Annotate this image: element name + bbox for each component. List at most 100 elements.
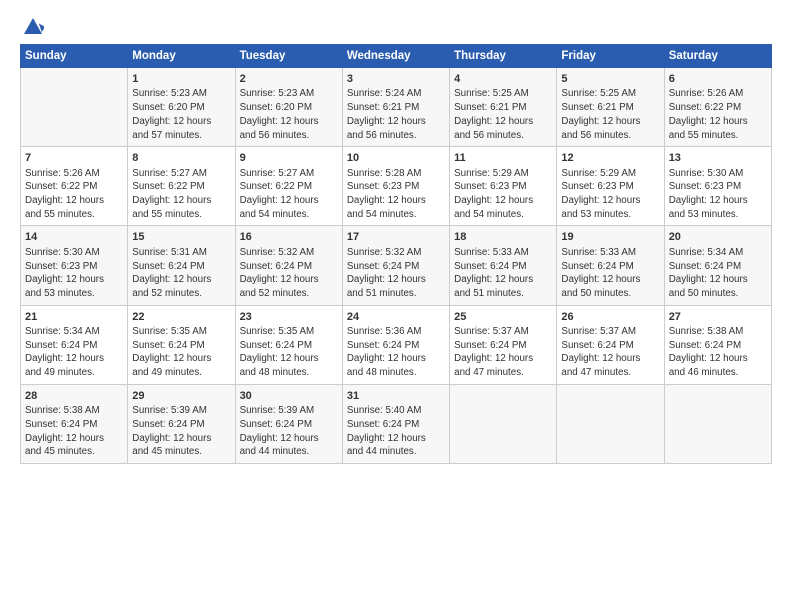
day-info: Sunrise: 5:26 AMSunset: 6:22 PMDaylight:…	[669, 87, 767, 142]
day-info: Sunrise: 5:27 AMSunset: 6:22 PMDaylight:…	[240, 167, 338, 222]
calendar-cell: 12Sunrise: 5:29 AMSunset: 6:23 PMDayligh…	[557, 147, 664, 226]
day-number: 11	[454, 151, 552, 166]
day-info: Sunrise: 5:35 AMSunset: 6:24 PMDaylight:…	[132, 325, 230, 380]
day-number: 8	[132, 151, 230, 166]
day-number: 30	[240, 389, 338, 404]
calendar-cell: 27Sunrise: 5:38 AMSunset: 6:24 PMDayligh…	[664, 305, 771, 384]
day-info: Sunrise: 5:40 AMSunset: 6:24 PMDaylight:…	[347, 404, 445, 459]
calendar-cell: 13Sunrise: 5:30 AMSunset: 6:23 PMDayligh…	[664, 147, 771, 226]
calendar-cell: 6Sunrise: 5:26 AMSunset: 6:22 PMDaylight…	[664, 68, 771, 147]
calendar-cell: 11Sunrise: 5:29 AMSunset: 6:23 PMDayligh…	[450, 147, 557, 226]
calendar-cell	[664, 384, 771, 463]
day-info: Sunrise: 5:37 AMSunset: 6:24 PMDaylight:…	[561, 325, 659, 380]
weekday-header-wednesday: Wednesday	[342, 45, 449, 68]
day-number: 29	[132, 389, 230, 404]
day-number: 6	[669, 72, 767, 87]
week-row-4: 28Sunrise: 5:38 AMSunset: 6:24 PMDayligh…	[21, 384, 772, 463]
day-info: Sunrise: 5:25 AMSunset: 6:21 PMDaylight:…	[561, 87, 659, 142]
calendar-cell: 16Sunrise: 5:32 AMSunset: 6:24 PMDayligh…	[235, 226, 342, 305]
day-info: Sunrise: 5:31 AMSunset: 6:24 PMDaylight:…	[132, 246, 230, 301]
page: SundayMondayTuesdayWednesdayThursdayFrid…	[0, 0, 792, 474]
calendar-cell: 21Sunrise: 5:34 AMSunset: 6:24 PMDayligh…	[21, 305, 128, 384]
calendar-cell: 22Sunrise: 5:35 AMSunset: 6:24 PMDayligh…	[128, 305, 235, 384]
weekday-header-thursday: Thursday	[450, 45, 557, 68]
calendar-cell: 23Sunrise: 5:35 AMSunset: 6:24 PMDayligh…	[235, 305, 342, 384]
week-row-2: 14Sunrise: 5:30 AMSunset: 6:23 PMDayligh…	[21, 226, 772, 305]
calendar-cell	[21, 68, 128, 147]
day-number: 13	[669, 151, 767, 166]
day-number: 3	[347, 72, 445, 87]
logo	[20, 16, 44, 38]
day-number: 18	[454, 230, 552, 245]
day-info: Sunrise: 5:39 AMSunset: 6:24 PMDaylight:…	[240, 404, 338, 459]
day-number: 4	[454, 72, 552, 87]
calendar-cell: 18Sunrise: 5:33 AMSunset: 6:24 PMDayligh…	[450, 226, 557, 305]
calendar-cell: 10Sunrise: 5:28 AMSunset: 6:23 PMDayligh…	[342, 147, 449, 226]
day-number: 20	[669, 230, 767, 245]
day-info: Sunrise: 5:23 AMSunset: 6:20 PMDaylight:…	[132, 87, 230, 142]
calendar-cell: 31Sunrise: 5:40 AMSunset: 6:24 PMDayligh…	[342, 384, 449, 463]
weekday-header-friday: Friday	[557, 45, 664, 68]
calendar-cell: 7Sunrise: 5:26 AMSunset: 6:22 PMDaylight…	[21, 147, 128, 226]
calendar-cell: 1Sunrise: 5:23 AMSunset: 6:20 PMDaylight…	[128, 68, 235, 147]
day-info: Sunrise: 5:32 AMSunset: 6:24 PMDaylight:…	[240, 246, 338, 301]
day-number: 10	[347, 151, 445, 166]
calendar-cell: 26Sunrise: 5:37 AMSunset: 6:24 PMDayligh…	[557, 305, 664, 384]
weekday-header-monday: Monday	[128, 45, 235, 68]
day-info: Sunrise: 5:24 AMSunset: 6:21 PMDaylight:…	[347, 87, 445, 142]
day-number: 27	[669, 310, 767, 325]
calendar-cell: 9Sunrise: 5:27 AMSunset: 6:22 PMDaylight…	[235, 147, 342, 226]
day-info: Sunrise: 5:30 AMSunset: 6:23 PMDaylight:…	[25, 246, 123, 301]
day-info: Sunrise: 5:25 AMSunset: 6:21 PMDaylight:…	[454, 87, 552, 142]
day-info: Sunrise: 5:39 AMSunset: 6:24 PMDaylight:…	[132, 404, 230, 459]
day-info: Sunrise: 5:28 AMSunset: 6:23 PMDaylight:…	[347, 167, 445, 222]
week-row-1: 7Sunrise: 5:26 AMSunset: 6:22 PMDaylight…	[21, 147, 772, 226]
calendar-cell: 28Sunrise: 5:38 AMSunset: 6:24 PMDayligh…	[21, 384, 128, 463]
day-info: Sunrise: 5:29 AMSunset: 6:23 PMDaylight:…	[561, 167, 659, 222]
day-number: 24	[347, 310, 445, 325]
day-info: Sunrise: 5:34 AMSunset: 6:24 PMDaylight:…	[669, 246, 767, 301]
header	[20, 16, 772, 38]
day-number: 25	[454, 310, 552, 325]
day-number: 16	[240, 230, 338, 245]
calendar-cell: 8Sunrise: 5:27 AMSunset: 6:22 PMDaylight…	[128, 147, 235, 226]
logo-icon	[22, 16, 44, 38]
calendar-cell: 2Sunrise: 5:23 AMSunset: 6:20 PMDaylight…	[235, 68, 342, 147]
weekday-header-tuesday: Tuesday	[235, 45, 342, 68]
day-number: 28	[25, 389, 123, 404]
day-number: 26	[561, 310, 659, 325]
calendar-cell: 30Sunrise: 5:39 AMSunset: 6:24 PMDayligh…	[235, 384, 342, 463]
weekday-header-sunday: Sunday	[21, 45, 128, 68]
calendar-cell: 20Sunrise: 5:34 AMSunset: 6:24 PMDayligh…	[664, 226, 771, 305]
day-info: Sunrise: 5:23 AMSunset: 6:20 PMDaylight:…	[240, 87, 338, 142]
day-info: Sunrise: 5:34 AMSunset: 6:24 PMDaylight:…	[25, 325, 123, 380]
day-info: Sunrise: 5:29 AMSunset: 6:23 PMDaylight:…	[454, 167, 552, 222]
week-row-3: 21Sunrise: 5:34 AMSunset: 6:24 PMDayligh…	[21, 305, 772, 384]
weekday-header-row: SundayMondayTuesdayWednesdayThursdayFrid…	[21, 45, 772, 68]
calendar-cell: 14Sunrise: 5:30 AMSunset: 6:23 PMDayligh…	[21, 226, 128, 305]
day-info: Sunrise: 5:33 AMSunset: 6:24 PMDaylight:…	[561, 246, 659, 301]
calendar-cell: 25Sunrise: 5:37 AMSunset: 6:24 PMDayligh…	[450, 305, 557, 384]
weekday-header-saturday: Saturday	[664, 45, 771, 68]
day-number: 31	[347, 389, 445, 404]
day-info: Sunrise: 5:26 AMSunset: 6:22 PMDaylight:…	[25, 167, 123, 222]
day-number: 15	[132, 230, 230, 245]
calendar-cell: 17Sunrise: 5:32 AMSunset: 6:24 PMDayligh…	[342, 226, 449, 305]
calendar-cell: 4Sunrise: 5:25 AMSunset: 6:21 PMDaylight…	[450, 68, 557, 147]
calendar-cell: 3Sunrise: 5:24 AMSunset: 6:21 PMDaylight…	[342, 68, 449, 147]
day-info: Sunrise: 5:37 AMSunset: 6:24 PMDaylight:…	[454, 325, 552, 380]
day-info: Sunrise: 5:38 AMSunset: 6:24 PMDaylight:…	[25, 404, 123, 459]
day-number: 19	[561, 230, 659, 245]
day-info: Sunrise: 5:30 AMSunset: 6:23 PMDaylight:…	[669, 167, 767, 222]
calendar-cell: 24Sunrise: 5:36 AMSunset: 6:24 PMDayligh…	[342, 305, 449, 384]
calendar-cell: 5Sunrise: 5:25 AMSunset: 6:21 PMDaylight…	[557, 68, 664, 147]
logo-area	[20, 16, 44, 38]
day-info: Sunrise: 5:27 AMSunset: 6:22 PMDaylight:…	[132, 167, 230, 222]
day-number: 1	[132, 72, 230, 87]
day-info: Sunrise: 5:36 AMSunset: 6:24 PMDaylight:…	[347, 325, 445, 380]
day-number: 23	[240, 310, 338, 325]
calendar-cell: 19Sunrise: 5:33 AMSunset: 6:24 PMDayligh…	[557, 226, 664, 305]
day-info: Sunrise: 5:32 AMSunset: 6:24 PMDaylight:…	[347, 246, 445, 301]
calendar-cell	[557, 384, 664, 463]
day-number: 7	[25, 151, 123, 166]
